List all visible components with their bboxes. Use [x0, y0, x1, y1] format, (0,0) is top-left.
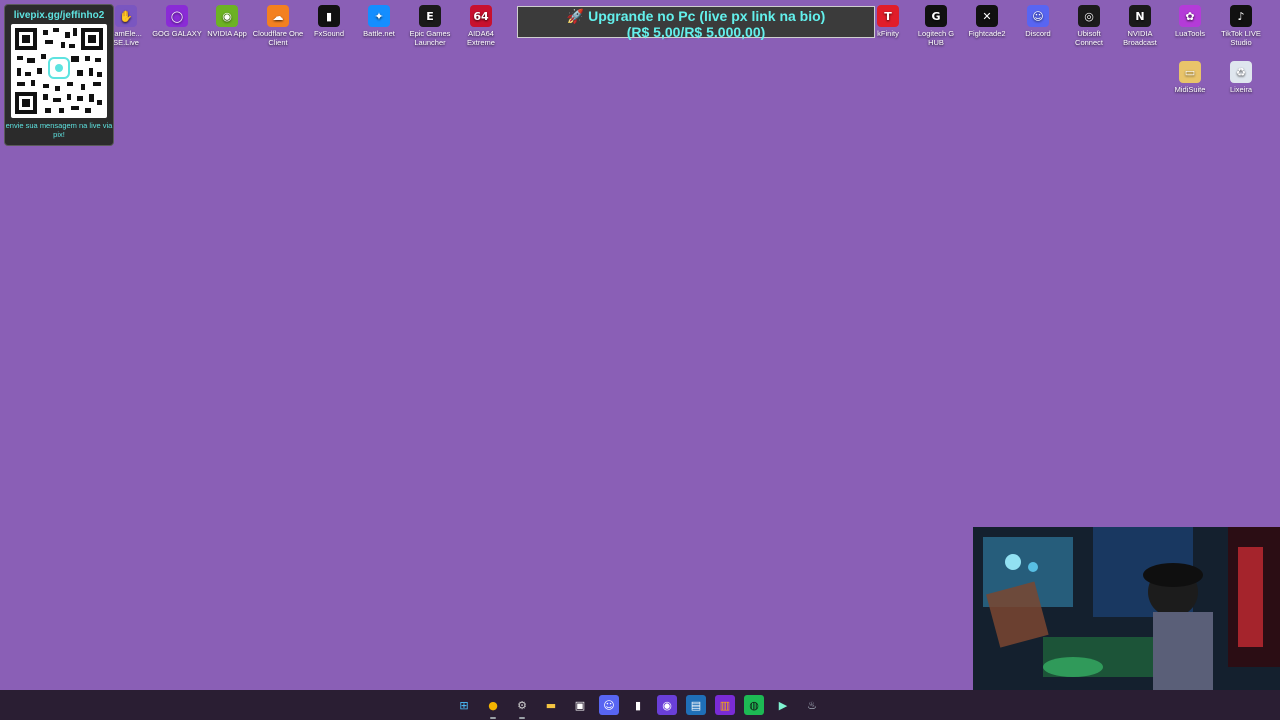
photos-icon[interactable]: ▤ — [686, 695, 706, 715]
taskbar-icons: ⊞ ● ⚙ ▬ ▣ ☺ ▮ ◉ ▤ ▥ ◍ ▶ ♨ — [454, 690, 822, 720]
desktop-shortcut-label: Lixeira — [1229, 85, 1253, 94]
desktop-shortcut[interactable]: ☁ Cloudflare One Client — [252, 0, 304, 47]
rocket-icon: 🚀 — [566, 8, 585, 24]
xfinity-icon: T — [877, 5, 899, 27]
desktop-shortcut-label: Battle.net — [363, 29, 395, 38]
epic-games-icon: E — [419, 5, 441, 27]
desktop-shortcut[interactable]: E Epic Games Launcher — [404, 0, 456, 47]
steam-icon[interactable]: ♨ — [802, 695, 822, 715]
desktop-shortcut-label: Ubisoft Connect — [1075, 29, 1103, 47]
desktop-shortcut[interactable]: ✕ Fightcade2 — [961, 0, 1013, 38]
gog-galaxy-icon: ◯ — [166, 5, 188, 27]
chrome-icon[interactable]: ● — [483, 695, 503, 719]
webcam-feed-image — [973, 527, 1280, 690]
desktop-shortcut-label: Logitech G HUB — [917, 29, 955, 47]
qr-code-icon — [15, 28, 103, 114]
desktop-shortcut-label: LuaTools — [1174, 29, 1206, 38]
fightcade-icon: ✕ — [976, 5, 998, 27]
luatools-icon: ✿ — [1179, 5, 1201, 27]
ubisoft-icon: ◎ — [1078, 5, 1100, 27]
discord-taskbar-icon[interactable]: ☺ — [599, 695, 619, 715]
fxsound-icon: ▮ — [318, 5, 340, 27]
desktop-shortcut-label: NVIDIA App — [207, 29, 247, 38]
tiktok-live-icon: ♪ — [1230, 5, 1252, 27]
webcam-overlay — [973, 527, 1280, 690]
donation-goal-banner: 🚀 Upgrande no Pc (live px link na bio) (R… — [517, 6, 875, 40]
media-app-icon[interactable]: ▥ — [715, 695, 735, 715]
desktop-shortcut-label: Epic Games Launcher — [409, 29, 451, 47]
desktop-shortcut[interactable]: ◯ GOG GALAXY — [151, 0, 203, 38]
battlenet-icon: ✦ — [368, 5, 390, 27]
windows-start-icon[interactable]: ⊞ — [454, 695, 474, 715]
livepix-url: livepix.gg/jeffinho2 — [13, 10, 105, 21]
livepix-qr-overlay: livepix.gg/jeffinho2 envie sua mensagem … — [4, 4, 114, 146]
recycle-bin-icon: ♻ — [1230, 61, 1252, 83]
taskbar: ⊞ ● ⚙ ▬ ▣ ☺ ▮ ◉ ▤ ▥ ◍ ▶ ♨ — [0, 690, 1280, 720]
qr-code-image — [11, 24, 107, 118]
file-explorer-icon[interactable]: ▬ — [541, 695, 561, 715]
logitech-icon: G — [925, 5, 947, 27]
desktop-shortcut-label: NVIDIA Broadcast — [1123, 29, 1157, 47]
nvidia-app-icon: ◉ — [216, 5, 238, 27]
discord-icon: ☺ — [1027, 5, 1049, 27]
desktop-shortcut[interactable]: ▮ FxSound — [303, 0, 355, 38]
livepix-note: envie sua mensagem na live via pix! — [5, 121, 113, 139]
store-icon[interactable]: ▣ — [570, 695, 590, 715]
desktop-shortcut-label: FxSound — [313, 29, 345, 38]
desktop-shortcut[interactable]: ☺ Discord — [1012, 0, 1064, 38]
cloudflare-icon: ☁ — [267, 5, 289, 27]
desktop-shortcut-label: TikTok LIVE Studio — [1221, 29, 1261, 47]
banner-line-2: (R$ 5,00/R$ 5.000,00) — [626, 24, 766, 40]
desktop-shortcut[interactable]: 64 AIDA64 Extreme — [455, 0, 507, 47]
desktop-shortcut[interactable]: ◎ Ubisoft Connect — [1063, 0, 1115, 47]
desktop-shortcut[interactable]: ♪ TikTok LIVE Studio — [1215, 0, 1267, 47]
desktop-shortcut-label: AIDA64 Extreme — [467, 29, 495, 47]
obs-icon[interactable]: ◉ — [657, 695, 677, 715]
desktop-shortcut[interactable]: ✿ LuaTools — [1164, 0, 1216, 38]
desktop-shortcut[interactable]: G Logitech G HUB — [910, 0, 962, 47]
desktop-shortcut[interactable]: ◉ NVIDIA App — [201, 0, 253, 38]
desktop-shortcut-label: Discord — [1025, 29, 1051, 38]
aida64-icon: 64 — [470, 5, 492, 27]
desktop-shortcut[interactable]: N NVIDIA Broadcast — [1114, 0, 1166, 47]
settings-icon[interactable]: ⚙ — [512, 695, 532, 719]
desktop-shortcut[interactable]: ▭ MidiSuite — [1164, 56, 1216, 94]
nvidia-broadcast-icon: N — [1129, 5, 1151, 27]
spotify-icon[interactable]: ◍ — [744, 695, 764, 715]
desktop-shortcut-label: MidiSuite — [1174, 85, 1206, 94]
desktop-shortcut-label: GOG GALAXY — [152, 29, 202, 38]
streamlabs-icon[interactable]: ▶ — [773, 695, 793, 715]
fxsound-taskbar-icon[interactable]: ▮ — [628, 695, 648, 715]
folder-icon: ▭ — [1179, 61, 1201, 83]
desktop-shortcut[interactable]: ✦ Battle.net — [353, 0, 405, 38]
desktop-shortcut-label: Fightcade2 — [968, 29, 1006, 38]
streamelements-icon: ✋ — [115, 5, 137, 27]
banner-line-1: 🚀 Upgrande no Pc (live px link na bio) — [566, 8, 826, 24]
desktop-shortcut[interactable]: ♻ Lixeira — [1215, 56, 1267, 94]
desktop-shortcut-label: Cloudflare One Client — [252, 29, 304, 47]
